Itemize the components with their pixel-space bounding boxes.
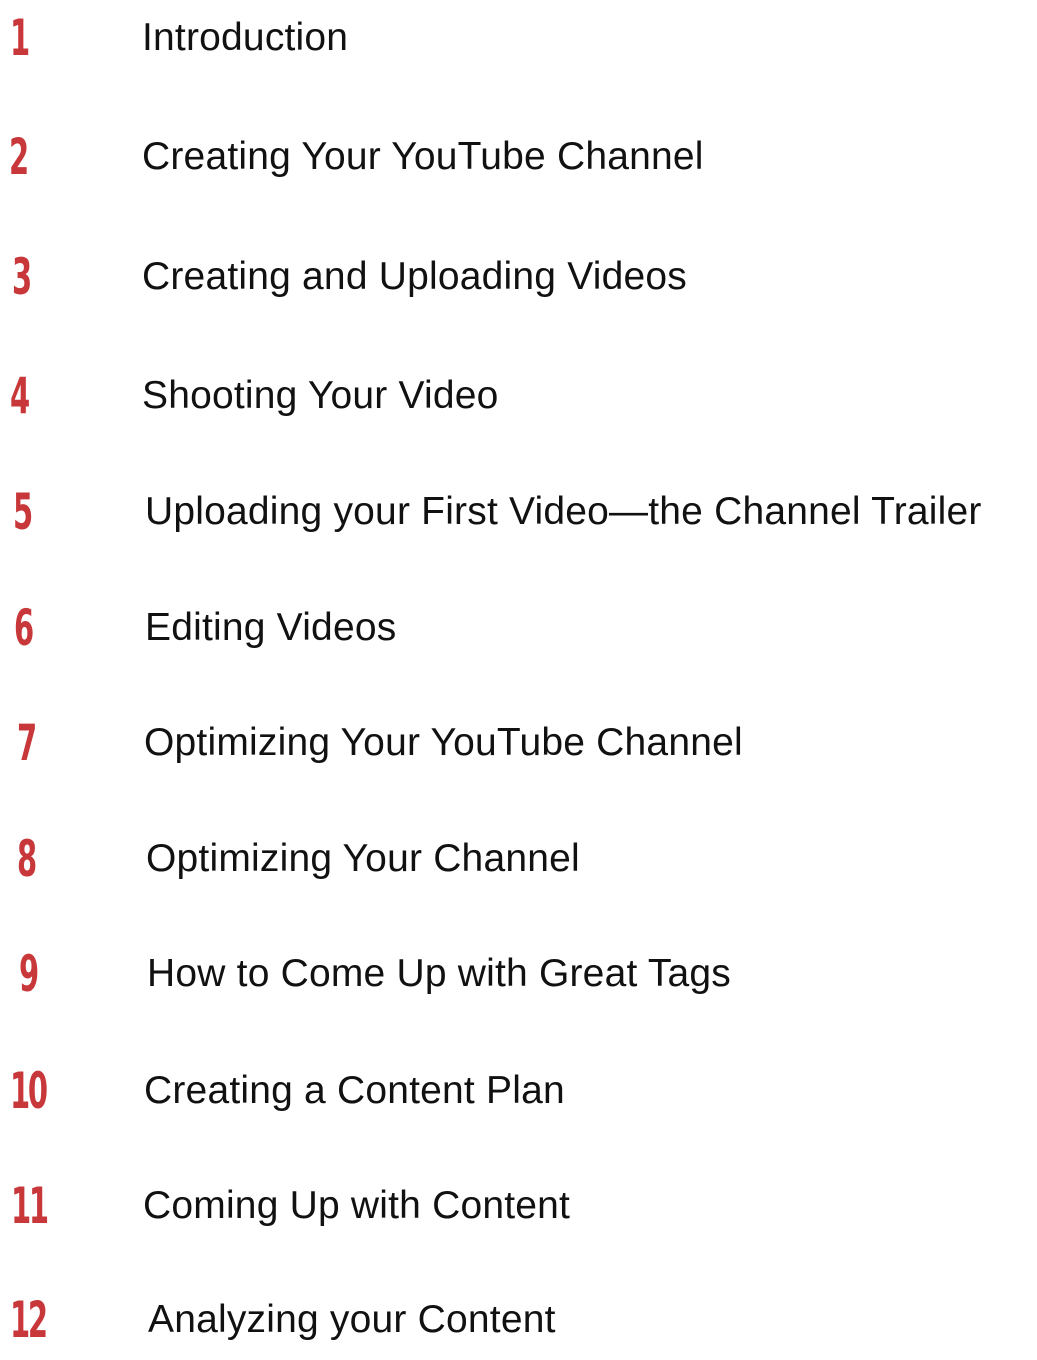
toc-entry-4[interactable]: 4 Shooting Your Video — [0, 356, 1037, 436]
chapter-title: Creating Your YouTube Channel — [142, 135, 704, 178]
chapter-title: Optimizing Your Channel — [146, 837, 580, 880]
chapter-number: 4 — [10, 367, 30, 425]
chapter-number: 5 — [13, 483, 33, 541]
chapter-title: Uploading your First Video—the Channel T… — [145, 490, 982, 533]
chapter-number: 1 — [10, 9, 30, 67]
chapter-title: How to Come Up with Great Tags — [147, 952, 732, 995]
chapter-number: 3 — [12, 248, 32, 306]
toc-entry-12[interactable]: 12 Analyzing your Content — [0, 1280, 1037, 1360]
toc-entry-6[interactable]: 6 Editing Videos — [0, 588, 1037, 668]
chapter-number: 9 — [19, 945, 39, 1003]
chapter-title: Coming Up with Content — [143, 1184, 571, 1227]
toc-entry-8[interactable]: 8 Optimizing Your Channel — [0, 819, 1037, 899]
chapter-number: 6 — [14, 599, 34, 657]
chapter-title: Editing Videos — [145, 606, 397, 649]
chapter-number: 11 — [11, 1177, 49, 1235]
toc-entry-11[interactable]: 11 Coming Up with Content — [0, 1166, 1037, 1246]
chapter-title: Creating and Uploading Videos — [142, 255, 687, 298]
chapter-title: Shooting Your Video — [142, 374, 499, 417]
toc-entry-3[interactable]: 3 Creating and Uploading Videos — [0, 237, 1037, 317]
chapter-title: Introduction — [142, 16, 349, 59]
chapter-title: Analyzing your Content — [148, 1298, 556, 1341]
toc-entry-10[interactable]: 10 Creating a Content Plan — [0, 1051, 1037, 1131]
table-of-contents: 1 Introduction 2 Creating Your YouTube C… — [0, 0, 1037, 1349]
toc-entry-7[interactable]: 7 Optimizing Your YouTube Channel — [0, 703, 1037, 783]
chapter-number: 8 — [17, 830, 37, 888]
toc-entry-2[interactable]: 2 Creating Your YouTube Channel — [0, 117, 1037, 197]
chapter-number: 10 — [10, 1062, 48, 1120]
toc-entry-5[interactable]: 5 Uploading your First Video—the Channel… — [0, 472, 1037, 552]
chapter-title: Optimizing Your YouTube Channel — [144, 721, 743, 764]
chapter-title: Creating a Content Plan — [144, 1069, 565, 1112]
toc-entry-9[interactable]: 9 How to Come Up with Great Tags — [0, 934, 1037, 1014]
chapter-number: 12 — [10, 1291, 48, 1349]
chapter-number: 2 — [9, 128, 29, 186]
chapter-number: 7 — [17, 714, 37, 772]
toc-entry-1[interactable]: 1 Introduction — [0, 0, 1037, 78]
